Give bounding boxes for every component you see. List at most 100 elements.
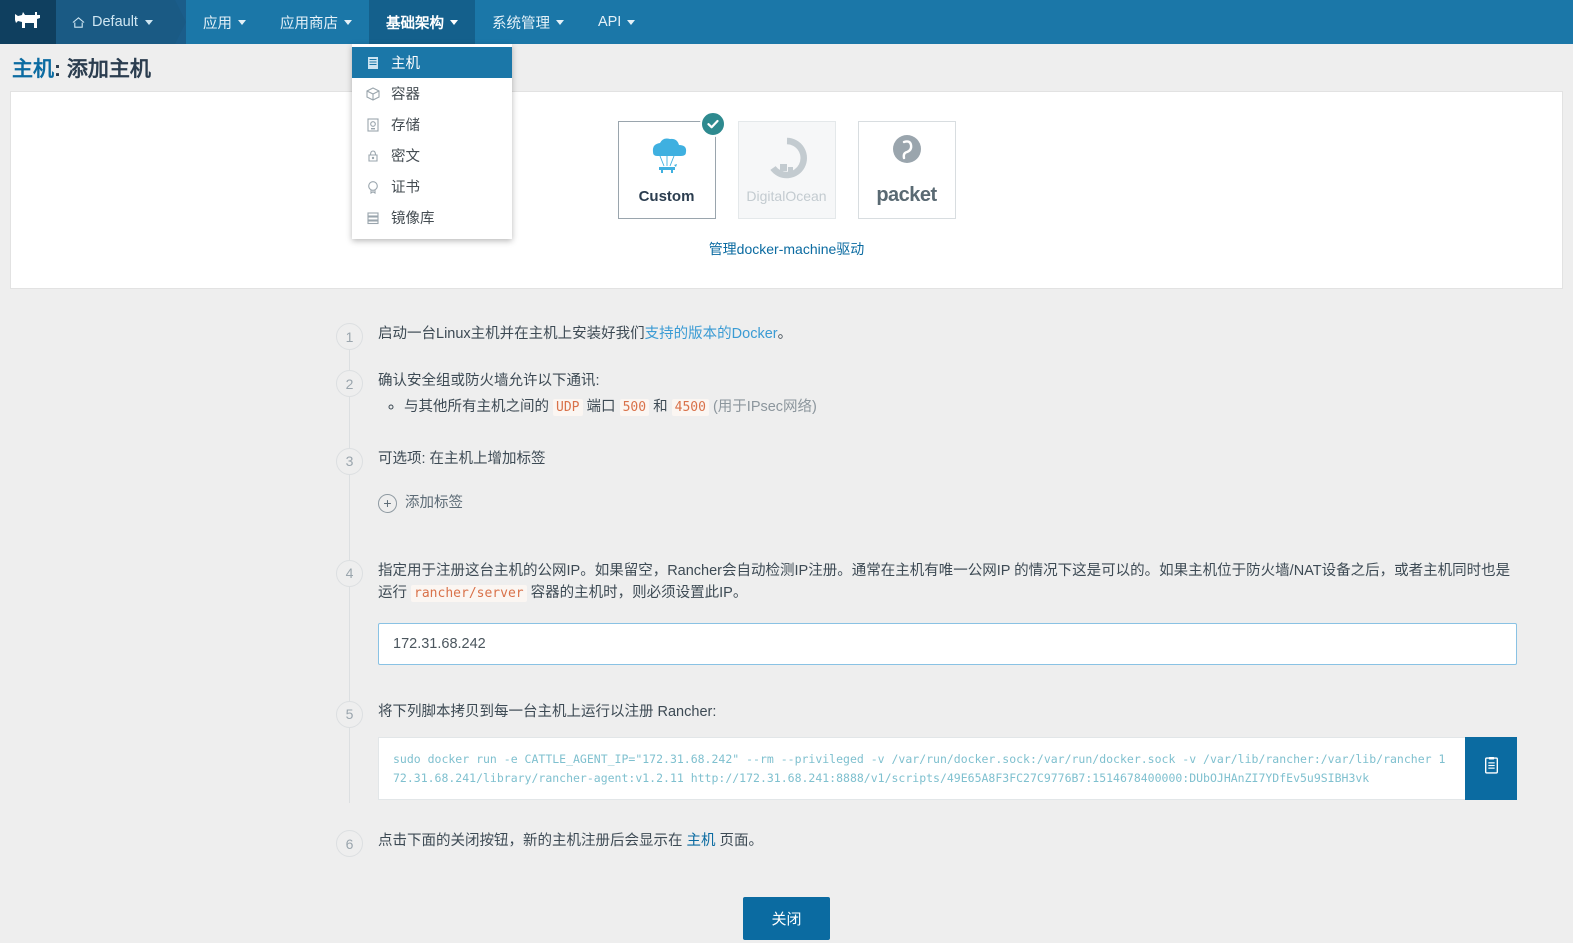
public-ip-input[interactable] [378, 622, 1517, 665]
custom-cloud-cow-icon [640, 135, 694, 184]
nav-item-label: 应用 [202, 15, 232, 32]
step-6-text-after: 页面。 [715, 833, 764, 850]
container-box-icon [364, 86, 382, 101]
driver-card-packet[interactable]: packet [857, 121, 956, 219]
dropdown-item-label: 主机 [391, 56, 420, 72]
step-4-text: 指定用于注册这台主机的公网IP。如果留空，Rancher会自动检测IP注册。通常… [378, 560, 1517, 605]
step-6-body: 点击下面的关闭按钮，新的主机注册后会显示在 主机 页面。 [378, 830, 1517, 860]
chevron-down-icon [343, 19, 352, 25]
step-1-text-after: 。 [777, 326, 793, 342]
driver-card-custom[interactable]: Custom [617, 111, 726, 219]
dropdown-item-certificates[interactable]: 证书 [352, 171, 512, 202]
step-4-body: 指定用于注册这台主机的公网IP。如果留空，Rancher会自动检测IP注册。通常… [378, 560, 1517, 673]
step-1-body: 启动一台Linux主机并在主机上安装好我们支持的版本的Docker。 [378, 323, 1517, 353]
dropdown-item-label: 镜像库 [391, 211, 435, 227]
chevron-down-icon [144, 19, 153, 25]
environment-selector[interactable]: Default [56, 0, 175, 44]
nav-item-api[interactable]: API [581, 0, 652, 44]
footer-actions: 关闭 [0, 861, 1573, 940]
step-2-heading: 确认安全组或防火墙允许以下通讯: [378, 373, 600, 390]
host-icon [364, 56, 382, 70]
step-number: 2 [336, 370, 363, 398]
add-label-button[interactable]: + 添加标签 [378, 492, 463, 514]
code-port-4500: 4500 [671, 398, 709, 416]
step-6: 6 点击下面的关闭按钮，新的主机注册后会显示在 主机 页面。 [0, 830, 1573, 860]
page-header: 主机: 添加主机 [0, 44, 1573, 91]
dropdown-item-hosts[interactable]: 主机 [352, 47, 512, 78]
hosts-page-link[interactable]: 主机 [687, 833, 716, 849]
nav-item-infrastructure[interactable]: 基础架构 [368, 0, 475, 44]
infrastructure-dropdown-menu: 主机 容器 存储 密文 证书 镜像库 [352, 44, 512, 239]
step-number: 1 [336, 323, 363, 350]
add-label-button-text: 添加标签 [405, 495, 463, 512]
chevron-down-icon [449, 19, 458, 25]
step-3-text: 可选项: 在主机上增加标签 [378, 450, 546, 467]
nav-item-catalog[interactable]: 应用商店 [263, 0, 369, 44]
dropdown-item-registries[interactable]: 镜像库 [352, 202, 512, 233]
manage-docker-machine-drivers-link[interactable]: 管理docker-machine驱动 [709, 239, 865, 259]
selected-check-badge [699, 111, 726, 137]
rancher-logo[interactable] [0, 0, 56, 44]
clipboard-copy-icon [1482, 756, 1501, 782]
step-5: 5 将下列脚本拷贝到每一台主机上运行以注册 Rancher: sudo dock… [0, 700, 1573, 809]
close-button[interactable]: 关闭 [743, 896, 830, 940]
step-3: 3 可选项: 在主机上增加标签 + 添加标签 [0, 447, 1573, 524]
step-number: 6 [336, 830, 363, 858]
nav-item-label: API [597, 14, 622, 30]
digitalocean-icon [766, 137, 808, 184]
step-number: 4 [336, 559, 363, 587]
plus-circle-icon: + [378, 493, 397, 513]
nav-item-label: 基础架构 [385, 15, 444, 32]
steps-container: 1 启动一台Linux主机并在主机上安装好我们支持的版本的Docker。 2 确… [0, 289, 1573, 940]
storage-icon [364, 117, 382, 132]
driver-name-digitalocean: DigitalOcean [746, 187, 827, 204]
chevron-down-icon [555, 19, 564, 25]
chevron-down-icon [627, 19, 636, 25]
page-title-prefix[interactable]: 主机 [12, 58, 54, 81]
driver-name-packet: packet [876, 184, 937, 206]
step-4: 4 指定用于注册这台主机的公网IP。如果留空，Rancher会自动检测IP注册。… [0, 559, 1573, 673]
dropdown-item-secrets[interactable]: 密文 [352, 140, 512, 171]
packet-icon [885, 133, 929, 180]
dropdown-item-label: 容器 [391, 87, 420, 103]
driver-name-custom: Custom [638, 188, 695, 205]
code-port-500: 500 [619, 398, 650, 416]
bullet-text-mid2: 和 [649, 398, 672, 415]
bullet-text-before: 与其他所有主机之间的 [404, 398, 554, 415]
registration-script-row: sudo docker run -e CATTLE_AGENT_IP="172.… [378, 737, 1517, 801]
nav-item-apps[interactable]: 应用 [186, 0, 263, 44]
step-number: 5 [336, 700, 363, 728]
page-title-separator: : [54, 57, 67, 81]
copy-script-button[interactable] [1465, 737, 1517, 801]
driver-card-digitalocean[interactable]: DigitalOcean [737, 121, 836, 219]
code-udp: UDP [553, 398, 583, 416]
env-arrow-divider [174, 0, 186, 44]
rancher-cow-logo-icon [13, 11, 43, 33]
step-2-body: 确认安全组或防火墙允许以下通讯: 与其他所有主机之间的 UDP 端口 500 和… [378, 370, 1517, 427]
page-title: 主机: 添加主机 [12, 53, 151, 83]
code-rancher-server: rancher/server [411, 585, 527, 603]
registration-script[interactable]: sudo docker run -e CATTLE_AGENT_IP="172.… [378, 737, 1465, 801]
dropdown-item-label: 证书 [391, 180, 420, 196]
certificate-lock-icon [364, 180, 382, 194]
dropdown-item-label: 密文 [391, 149, 420, 165]
step-2-bullet-list: 与其他所有主机之间的 UDP 端口 500 和 4500 (用于IPsec网络) [378, 395, 1517, 420]
supported-docker-link[interactable]: 支持的版本的Docker [645, 326, 778, 342]
step-1-text-before: 启动一台Linux主机并在主机上安装好我们 [378, 326, 645, 342]
dropdown-item-containers[interactable]: 容器 [352, 78, 512, 109]
step-5-body: 将下列脚本拷贝到每一台主机上运行以注册 Rancher: sudo docker… [378, 701, 1517, 809]
step-1: 1 启动一台Linux主机并在主机上安装好我们支持的版本的Docker。 [0, 323, 1573, 353]
step-4-text-part2: 容器的主机时，则必须设置此IP。 [526, 585, 748, 602]
nav-item-admin[interactable]: 系统管理 [475, 0, 581, 44]
home-icon [72, 16, 85, 29]
dropdown-item-label: 存储 [391, 118, 420, 134]
step-5-text: 将下列脚本拷贝到每一台主机上运行以注册 Rancher: [378, 703, 717, 720]
nav-item-label: 应用商店 [279, 15, 338, 32]
environment-label: Default [92, 14, 138, 30]
step-6-text-before: 点击下面的关闭按钮，新的主机注册后会显示在 [378, 833, 687, 850]
dropdown-item-storage[interactable]: 存储 [352, 109, 512, 140]
nav-spacer [652, 0, 1573, 44]
bullet-text-after: (用于IPsec网络) [708, 398, 817, 415]
bullet-text-mid1: 端口 [582, 398, 620, 415]
top-navbar: Default 应用 应用商店 基础架构 系统管理 API [0, 0, 1573, 44]
